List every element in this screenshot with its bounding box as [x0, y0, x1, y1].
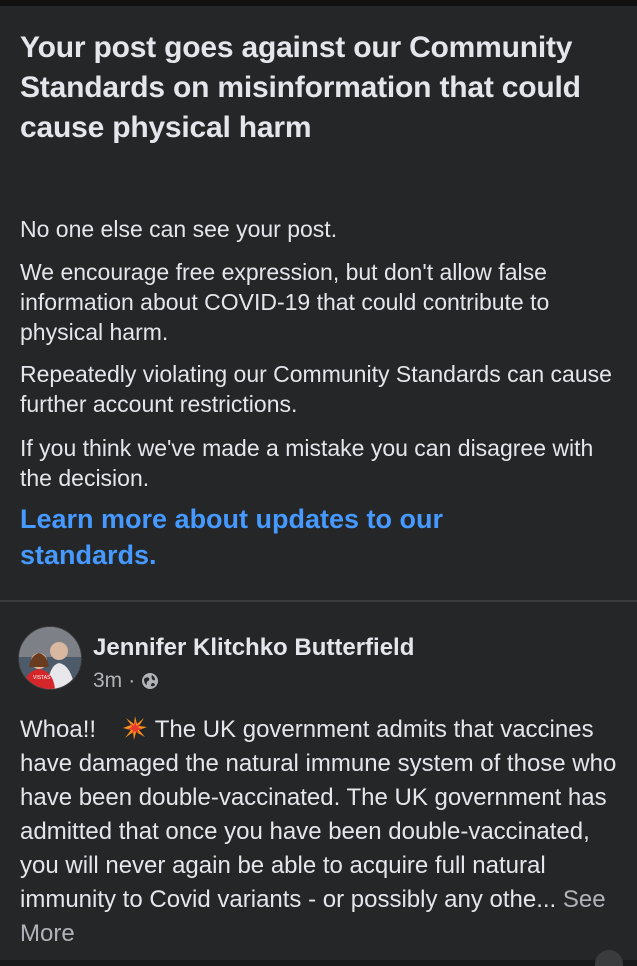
notice-title: Your post goes against our Community Sta…: [20, 31, 581, 144]
post-text-body: The UK government admits that vaccines h…: [20, 716, 617, 913]
avatar[interactable]: VISTAS: [18, 626, 82, 690]
notice-paragraph-disagree: If you think we've made a mistake you ca…: [20, 435, 594, 491]
avatar-photo-icon: VISTAS: [19, 627, 81, 689]
notice-paragraph-policy: We encourage free expression, but don't …: [20, 259, 550, 345]
post-time[interactable]: 3m: [93, 669, 122, 693]
svg-text:VISTAS: VISTAS: [33, 675, 51, 681]
collision-spark-icon: [122, 716, 147, 740]
post-meta: 3m ·: [93, 669, 159, 693]
notice-paragraph-visibility: No one else can see your post.: [20, 216, 338, 242]
post-text-intro: Whoa!!: [20, 716, 97, 743]
post-card: VISTAS Jennifer Klitchko Butterfield 3m …: [0, 602, 637, 966]
notice-paragraph-restrictions: Repeatedly violating our Community Stand…: [20, 361, 612, 417]
meta-separator: ·: [128, 669, 136, 692]
post-author[interactable]: Jennifer Klitchko Butterfield: [93, 634, 414, 662]
globe-icon: [142, 673, 159, 689]
misinformation-notice: Your post goes against our Community Sta…: [0, 0, 637, 600]
post-text: Whoa!! The UK government admits that vac…: [20, 713, 620, 951]
chat-bubble-icon[interactable]: [595, 950, 623, 966]
learn-more-link[interactable]: Learn more about updates to our standard…: [20, 501, 540, 573]
